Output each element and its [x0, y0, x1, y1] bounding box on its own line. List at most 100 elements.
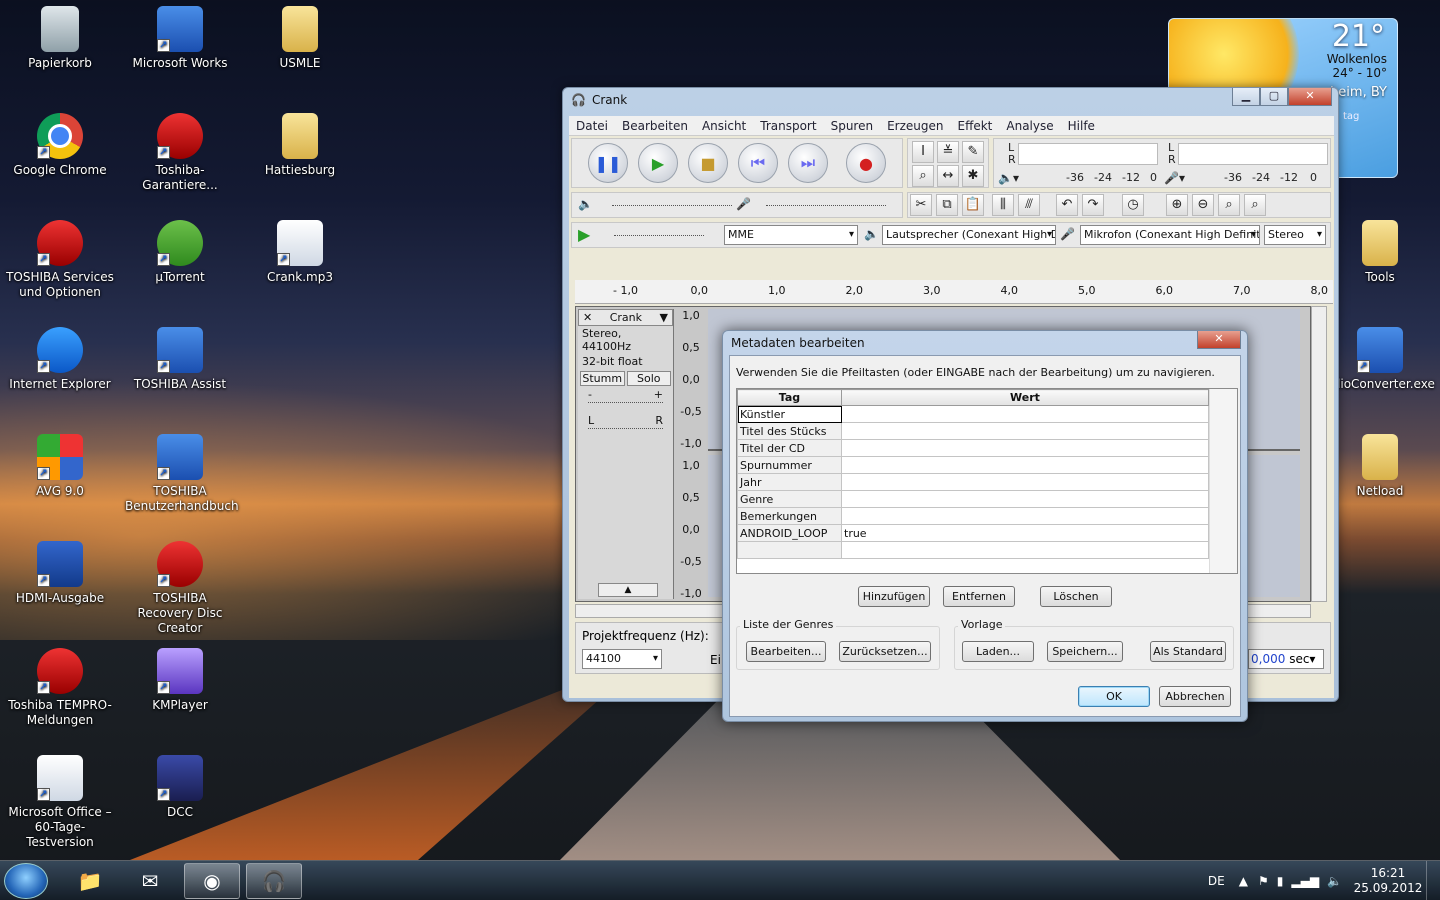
redo-icon[interactable]: ↷	[1082, 194, 1104, 216]
explorer-taskbar-icon[interactable]: 📁	[62, 863, 118, 899]
pan-slider[interactable]: L R	[578, 414, 673, 440]
desktop-icon[interactable]: Papierkorb	[5, 6, 115, 71]
speed-slider[interactable]	[614, 235, 704, 236]
ok-button[interactable]: OK	[1078, 686, 1150, 707]
play-button[interactable]: ▶	[638, 143, 678, 183]
tag-cell[interactable]: Genre	[737, 490, 842, 508]
desktop-icon[interactable]: USMLE	[245, 6, 355, 71]
playback-meter[interactable]	[1018, 143, 1158, 165]
volume-tray-icon[interactable]: 🔈	[1327, 874, 1342, 888]
speaker-icon[interactable]: 🔈▾	[998, 171, 1019, 185]
silence-icon[interactable]: ⫻	[1018, 194, 1040, 216]
battery-icon[interactable]: ▮	[1277, 874, 1284, 888]
fit-selection-icon[interactable]: ⌕	[1218, 194, 1240, 216]
track-name[interactable]: Crank	[610, 311, 642, 324]
desktop-icon[interactable]: ↗ HDMI-Ausgabe	[5, 541, 115, 606]
zoom-out-icon[interactable]: ⊖	[1192, 194, 1214, 216]
col-value-header[interactable]: Wert	[841, 389, 1209, 406]
input-device-select[interactable]: Mikrofon (Conexant High Definit	[1080, 225, 1260, 245]
desktop-icon[interactable]: ↗ DCC	[125, 755, 235, 820]
maximize-button[interactable]: ▢	[1260, 88, 1288, 106]
table-row[interactable]: Künstler	[737, 405, 1209, 423]
desktop-icon[interactable]: Hattiesburg	[245, 113, 355, 178]
cancel-button[interactable]: Abbrechen	[1159, 686, 1231, 707]
network-icon[interactable]: ▂▄▆	[1291, 874, 1319, 888]
cut-icon[interactable]: ✂	[910, 194, 932, 216]
desktop-icon[interactable]: ↗ udioConverter.exe	[1325, 327, 1435, 392]
menu-erzeugen[interactable]: Erzeugen	[880, 119, 950, 133]
set-default-button[interactable]: Als Standard	[1150, 641, 1226, 662]
record-meter[interactable]	[1178, 143, 1328, 165]
close-button[interactable]: ✕	[1288, 88, 1332, 106]
menu-analyse[interactable]: Analyse	[999, 119, 1060, 133]
value-cell[interactable]	[841, 439, 1209, 457]
start-button[interactable]	[4, 863, 48, 899]
tag-cell[interactable]: ANDROID_LOOP	[737, 524, 842, 542]
mail-taskbar-icon[interactable]: ✉	[122, 863, 178, 899]
value-cell[interactable]	[841, 456, 1209, 474]
desktop-icon[interactable]: Tools	[1325, 220, 1435, 285]
mute-button[interactable]: Stumm	[580, 371, 625, 386]
desktop-icon[interactable]: ↗ Crank.mp3	[245, 220, 355, 285]
multi-tool-icon[interactable]: ✱	[962, 165, 984, 187]
skip-end-button[interactable]: ⏭	[788, 143, 828, 183]
language-indicator[interactable]: DE	[1208, 874, 1225, 888]
tag-cell[interactable]	[737, 541, 842, 559]
gain-slider[interactable]: - +	[578, 388, 673, 414]
reset-genres-button[interactable]: Zurücksetzen...	[839, 641, 931, 662]
menu-hilfe[interactable]: Hilfe	[1061, 119, 1102, 133]
value-cell[interactable]	[841, 473, 1209, 491]
tag-cell[interactable]: Bemerkungen	[737, 507, 842, 525]
track-header[interactable]: ✕ Crank ▼	[578, 309, 673, 326]
value-cell[interactable]	[841, 490, 1209, 508]
table-row[interactable]: Bemerkungen	[737, 507, 1209, 525]
load-template-button[interactable]: Laden...	[962, 641, 1034, 662]
output-device-select[interactable]: Lautsprecher (Conexant High D	[882, 225, 1056, 245]
table-row[interactable]: Titel des Stücks	[737, 422, 1209, 440]
flag-icon[interactable]: ⚑	[1258, 874, 1269, 888]
clear-button[interactable]: Löschen	[1040, 586, 1112, 607]
edit-genres-button[interactable]: Bearbeiten...	[746, 641, 826, 662]
zoom-in-icon[interactable]: ⊕	[1166, 194, 1188, 216]
selection-tool-icon[interactable]: I	[912, 141, 934, 163]
output-volume-slider[interactable]	[612, 205, 732, 206]
table-row[interactable]	[737, 541, 1209, 559]
metadata-grid[interactable]: Tag Wert Künstler Titel des Stücks Titel d…	[736, 388, 1238, 574]
vertical-scrollbar[interactable]	[1311, 306, 1327, 602]
desktop-icon[interactable]: Netload	[1325, 434, 1435, 499]
remove-button[interactable]: Entfernen	[943, 586, 1015, 607]
input-volume-slider[interactable]	[766, 205, 886, 206]
desktop-icon[interactable]: ↗ TOSHIBA Services und Optionen	[5, 220, 115, 300]
track-menu-icon[interactable]: ▼	[660, 311, 668, 324]
tag-cell[interactable]: Titel des Stücks	[737, 422, 842, 440]
project-rate-select[interactable]: 44100	[582, 649, 662, 669]
table-row[interactable]: Genre	[737, 490, 1209, 508]
menu-transport[interactable]: Transport	[753, 119, 823, 133]
desktop-icon[interactable]: ↗ Microsoft Office – 60-Tage-Testversion	[5, 755, 115, 850]
value-cell[interactable]	[841, 422, 1209, 440]
value-cell[interactable]: true	[841, 524, 1209, 542]
play-at-speed-icon[interactable]: ▶	[578, 225, 590, 244]
desktop-icon[interactable]: ↗ TOSHIBA Benutzerhandbuch	[125, 434, 239, 514]
desktop-icon[interactable]: ↗ Microsoft Works	[125, 6, 235, 71]
fit-project-icon[interactable]: ⌕	[1244, 194, 1266, 216]
zoom-tool-icon[interactable]: ⌕	[912, 165, 934, 187]
sync-lock-icon[interactable]: ◷	[1122, 194, 1144, 216]
show-desktop-button[interactable]	[1426, 861, 1440, 900]
value-cell[interactable]	[841, 541, 1209, 559]
solo-button[interactable]: Solo	[626, 371, 671, 386]
collapse-icon[interactable]: ▲	[598, 583, 658, 597]
microphone-icon[interactable]: 🎤▾	[1164, 171, 1185, 185]
track-close-icon[interactable]: ✕	[583, 311, 592, 324]
desktop-icon[interactable]: ↗ µTorrent	[125, 220, 235, 285]
trim-icon[interactable]: ⫼	[992, 194, 1014, 216]
desktop-icon[interactable]: ↗ TOSHIBA Assist	[125, 327, 235, 392]
save-template-button[interactable]: Speichern...	[1047, 641, 1123, 662]
timeshift-tool-icon[interactable]: ↔	[937, 165, 959, 187]
desktop-icon[interactable]: ↗ Internet Explorer	[5, 327, 115, 392]
desktop-icon[interactable]: ↗ Toshiba-Garantiere...	[125, 113, 235, 193]
skip-start-button[interactable]: ⏮	[738, 143, 778, 183]
desktop-icon[interactable]: ↗ Toshiba TEMPRO-Meldungen	[5, 648, 115, 728]
menu-datei[interactable]: Datei	[569, 119, 615, 133]
menu-bearbeiten[interactable]: Bearbeiten	[615, 119, 695, 133]
